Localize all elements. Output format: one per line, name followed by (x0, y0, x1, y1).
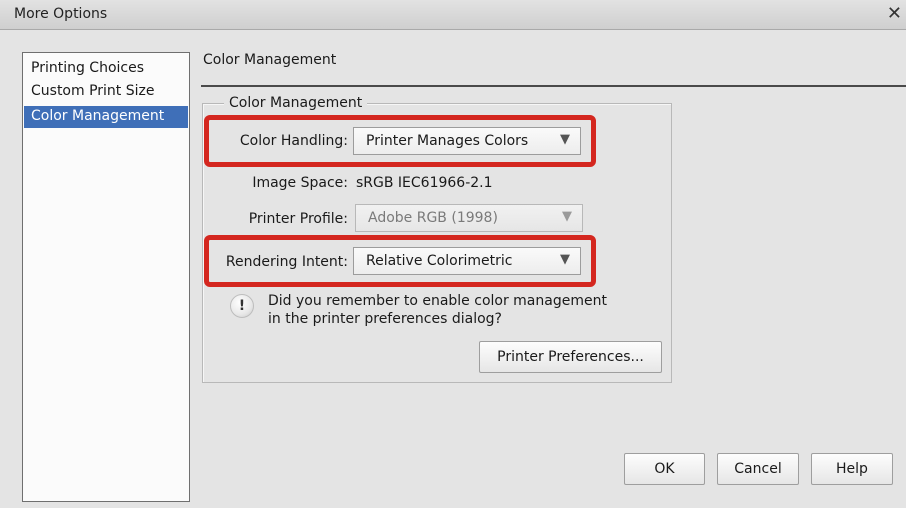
sidebar-item-printing-choices[interactable]: Printing Choices (24, 58, 188, 80)
printer-profile-value: Adobe RGB (1998) (368, 210, 498, 226)
sidebar-item-custom-print-size[interactable]: Custom Print Size (24, 81, 188, 103)
window-title: More Options (14, 6, 108, 22)
chevron-down-icon: ▼ (562, 209, 572, 224)
color-handling-value: Printer Manages Colors (366, 133, 529, 149)
printer-preferences-button[interactable]: Printer Preferences... (479, 341, 662, 373)
color-handling-label: Color Handling: (239, 133, 348, 149)
info-icon: ! (230, 294, 254, 318)
printer-profile-select: Adobe RGB (1998) ▼ (355, 204, 583, 232)
color-management-note: Did you remember to enable color managem… (268, 292, 668, 328)
options-sidebar: Printing Choices Custom Print Size Color… (22, 52, 190, 502)
section-heading: Color Management (203, 52, 337, 68)
help-button[interactable]: Help (811, 453, 893, 485)
rendering-intent-select[interactable]: Relative Colorimetric ▼ (353, 247, 581, 275)
rendering-intent-label: Rendering Intent: (225, 254, 348, 270)
printer-profile-label: Printer Profile: (248, 211, 348, 227)
chevron-down-icon: ▼ (560, 252, 570, 267)
rendering-intent-value: Relative Colorimetric (366, 253, 513, 269)
sidebar-item-color-management[interactable]: Color Management (24, 106, 188, 128)
note-line-1: Did you remember to enable color managem… (268, 293, 607, 309)
ok-button[interactable]: OK (624, 453, 705, 485)
color-handling-select[interactable]: Printer Manages Colors ▼ (353, 127, 581, 155)
group-title: Color Management (224, 95, 368, 111)
note-line-2: in the printer preferences dialog? (268, 311, 502, 327)
image-space-value: sRGB IEC61966-2.1 (356, 175, 493, 191)
chevron-down-icon: ▼ (560, 132, 570, 147)
image-space-label: Image Space: (252, 175, 348, 191)
title-bar: More Options ✕ (0, 0, 906, 30)
close-icon[interactable]: ✕ (887, 3, 902, 24)
cancel-button[interactable]: Cancel (717, 453, 799, 485)
heading-divider (201, 85, 906, 87)
